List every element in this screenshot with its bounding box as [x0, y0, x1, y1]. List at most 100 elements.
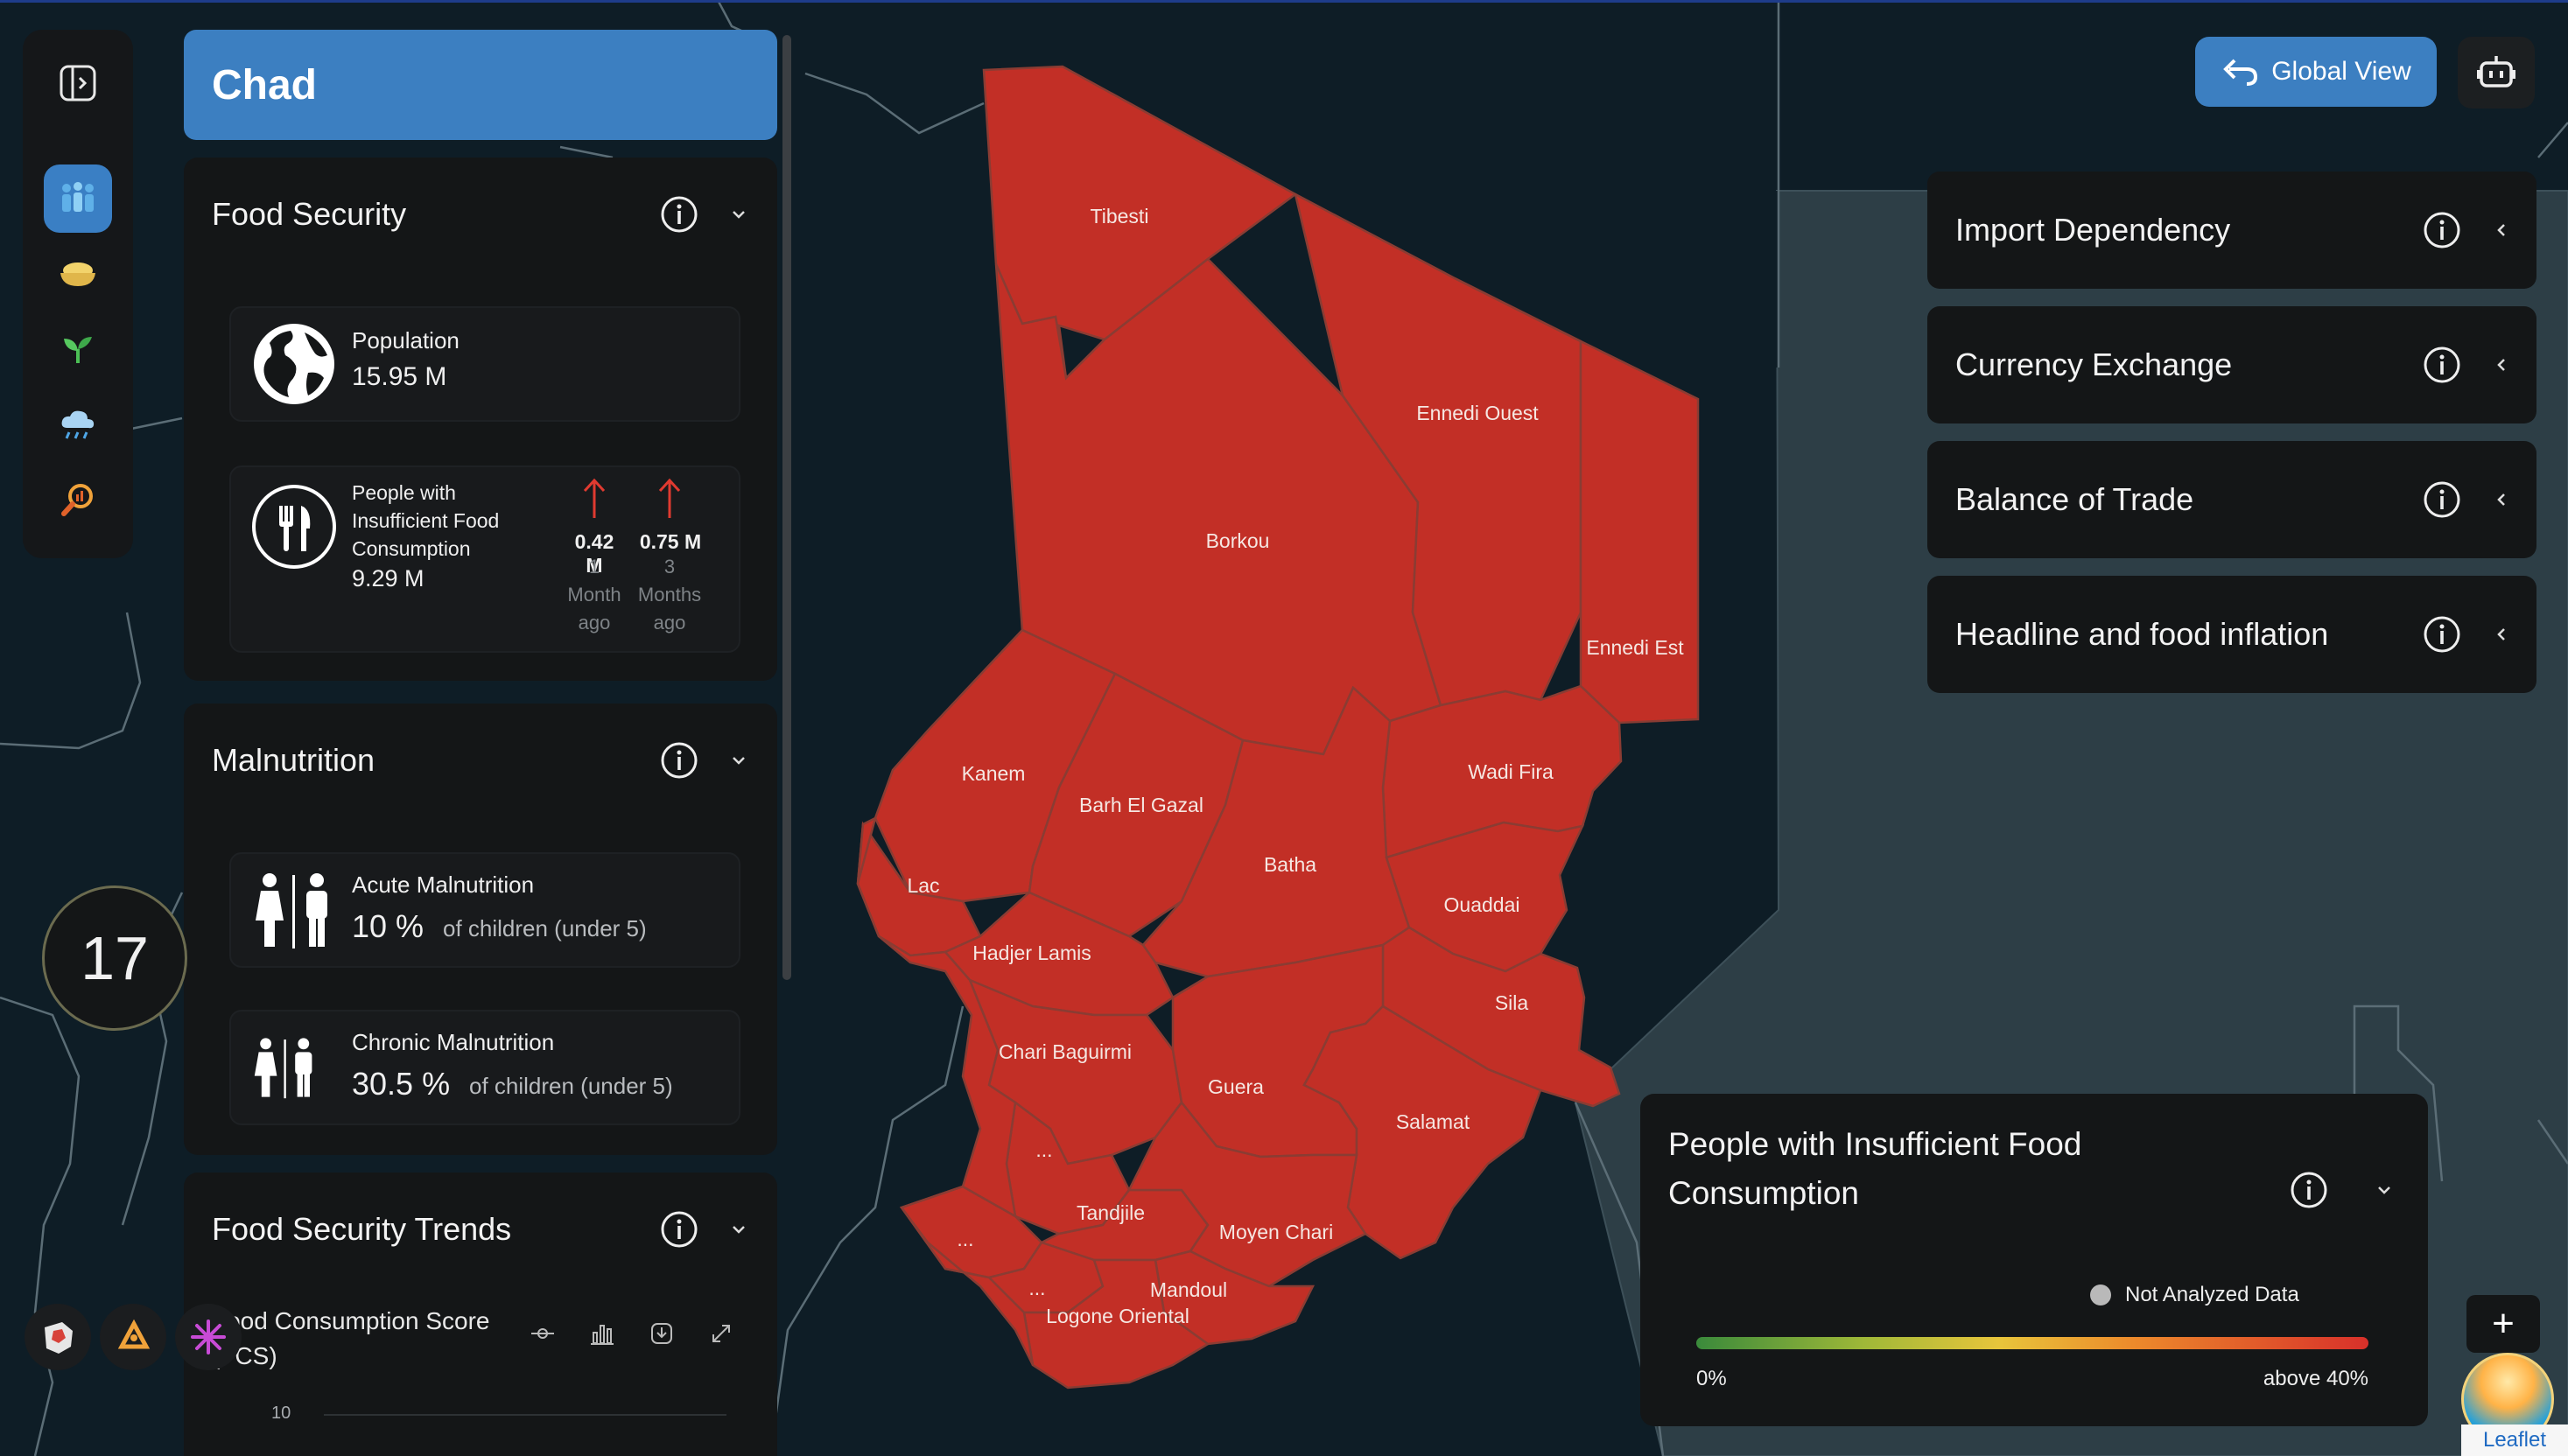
chevron-left-icon[interactable]: [2484, 213, 2519, 248]
neighbor-country-libya-edge: [1698, 191, 1779, 368]
rail-food-button[interactable]: [44, 240, 112, 308]
chevron-down-icon[interactable]: [2367, 1172, 2402, 1208]
region-label: Chari Baguirmi: [999, 1040, 1132, 1063]
region-label: Tibesti: [1091, 205, 1149, 228]
info-icon[interactable]: [2421, 209, 2463, 251]
food-security-card: Food Security Population 15.95 M People …: [184, 158, 777, 681]
fcs-chart-title-line1: Food Consumption Score: [212, 1307, 490, 1334]
region-label: Salamat: [1396, 1110, 1470, 1133]
change-1-month-ago: ago: [578, 612, 611, 634]
legend-max-label: above 40%: [2263, 1367, 2368, 1390]
region-label: Ouaddai: [1444, 893, 1520, 916]
region-label: Batha: [1264, 853, 1316, 876]
insufficient-label-line3: Consumption: [352, 537, 471, 560]
region-label: Mandoul: [1150, 1278, 1227, 1301]
download-chart-button[interactable]: [644, 1316, 679, 1351]
hazard-layer-button[interactable]: [175, 1304, 242, 1370]
change-3-months-value: 0.75 M: [639, 530, 702, 553]
undo-arrow-icon: [2223, 59, 2258, 86]
region-label: Lac: [907, 874, 939, 897]
region-label: ...: [1028, 1277, 1045, 1299]
not-analyzed-label: Not Analyzed Data: [2125, 1283, 2299, 1306]
region-label: ...: [957, 1228, 973, 1250]
legend-gradient-bar: [1696, 1337, 2368, 1349]
left-icon-rail: [23, 30, 133, 558]
chevron-left-icon[interactable]: [2484, 617, 2519, 652]
panel-scrollbar[interactable]: [782, 35, 791, 980]
region-label: Moyen Chari: [1219, 1221, 1333, 1243]
map-layer-button[interactable]: [25, 1304, 91, 1370]
line-chart-icon: [531, 1328, 554, 1339]
chevron-down-icon[interactable]: [721, 197, 756, 232]
zoom-in-button[interactable]: +: [2466, 1295, 2540, 1353]
info-icon[interactable]: [2288, 1169, 2330, 1211]
chronic-malnutrition-stat: Chronic Malnutrition 30.5 % of children …: [229, 1010, 740, 1125]
info-icon[interactable]: [2421, 479, 2463, 521]
line-chart-button[interactable]: [525, 1316, 560, 1351]
malnutrition-header[interactable]: Malnutrition: [212, 704, 756, 817]
legend-min-label: 0%: [1696, 1367, 1727, 1390]
chevron-down-icon[interactable]: [721, 743, 756, 778]
food-security-header[interactable]: Food Security: [212, 158, 756, 271]
alert-counter[interactable]: 17: [42, 886, 187, 1031]
draw-tool-button[interactable]: [100, 1304, 166, 1370]
not-analyzed-swatch: [2090, 1284, 2111, 1306]
info-icon[interactable]: [658, 1208, 700, 1250]
attribution-text[interactable]: Leaflet: [2483, 1428, 2546, 1452]
child-figures-icon: [254, 1038, 312, 1099]
acute-malnutrition-stat: Acute Malnutrition 10 % of children (und…: [229, 852, 740, 968]
expand-chart-button[interactable]: [704, 1316, 739, 1351]
global-view-button[interactable]: Global View: [2195, 37, 2437, 107]
magnifier-chart-icon: [61, 484, 93, 516]
rail-agriculture-button[interactable]: [44, 315, 112, 383]
population-label: Population: [352, 327, 460, 354]
chevron-left-icon[interactable]: [2484, 347, 2519, 382]
population-value: 15.95 M: [352, 362, 447, 391]
balance-of-trade-label: Balance of Trade: [1955, 481, 2194, 517]
alert-counter-value: 17: [81, 924, 149, 992]
region-label: ...: [1035, 1138, 1052, 1161]
insufficient-label-line2: Insufficient Food: [352, 509, 500, 532]
region-label: Wadi Fira: [1468, 760, 1554, 783]
globe-icon: [254, 324, 334, 404]
info-icon[interactable]: [658, 193, 700, 235]
headline-food-inflation-label: Headline and food inflation: [1955, 616, 2329, 652]
chronic-malnutrition-value: 30.5 %: [352, 1066, 451, 1102]
chevron-left-icon[interactable]: [2484, 482, 2519, 517]
rain-cloud-icon: [61, 410, 95, 439]
map-legend: People with Insufficient Food Consumptio…: [1640, 1094, 2428, 1426]
expand-sidebar-button[interactable]: [44, 49, 112, 117]
region-label: Hadjer Lamis: [972, 942, 1091, 964]
fcs-axis-tick: 10: [271, 1404, 291, 1423]
headline-food-inflation-card[interactable]: Headline and food inflation: [1927, 576, 2536, 693]
chevron-down-icon[interactable]: [721, 1212, 756, 1247]
region-label: Sila: [1495, 991, 1529, 1014]
change-1-month-num: 1: [588, 556, 600, 578]
chatbot-button[interactable]: [2458, 37, 2535, 108]
currency-exchange-card[interactable]: Currency Exchange: [1927, 306, 2536, 424]
bar-chart-icon: [591, 1325, 614, 1345]
region-label: Borkou: [1206, 529, 1270, 552]
info-icon[interactable]: [658, 739, 700, 781]
balance-of-trade-card[interactable]: Balance of Trade: [1927, 441, 2536, 558]
trends-header[interactable]: Food Security Trends: [212, 1172, 756, 1286]
rail-climate-button[interactable]: [44, 390, 112, 458]
arrow-up-icon: [658, 478, 681, 518]
bar-chart-button[interactable]: [585, 1316, 620, 1351]
insufficient-consumption-stat: People with Insufficient Food Consumptio…: [229, 466, 740, 653]
change-3-months-ago: ago: [653, 612, 686, 634]
rail-food-security-button[interactable]: [44, 164, 112, 233]
rail-analysis-button[interactable]: [44, 466, 112, 534]
chronic-malnutrition-suffix: of children (under 5): [469, 1073, 673, 1099]
chronic-malnutrition-label: Chronic Malnutrition: [352, 1029, 555, 1055]
country-title-bar: Chad: [184, 30, 777, 140]
arrow-up-icon: [583, 478, 606, 518]
legend-title: People with Insufficient Food Consumptio…: [1668, 1126, 2082, 1211]
import-dependency-card[interactable]: Import Dependency: [1927, 172, 2536, 289]
info-icon[interactable]: [2421, 613, 2463, 655]
info-icon[interactable]: [2421, 344, 2463, 386]
acute-malnutrition-value: 10 %: [352, 908, 424, 944]
download-icon: [651, 1323, 672, 1344]
leaflet-attribution[interactable]: Leaflet: [2461, 1424, 2568, 1456]
food-security-trends-card: Food Security Trends Food Consumption Sc…: [184, 1172, 777, 1456]
